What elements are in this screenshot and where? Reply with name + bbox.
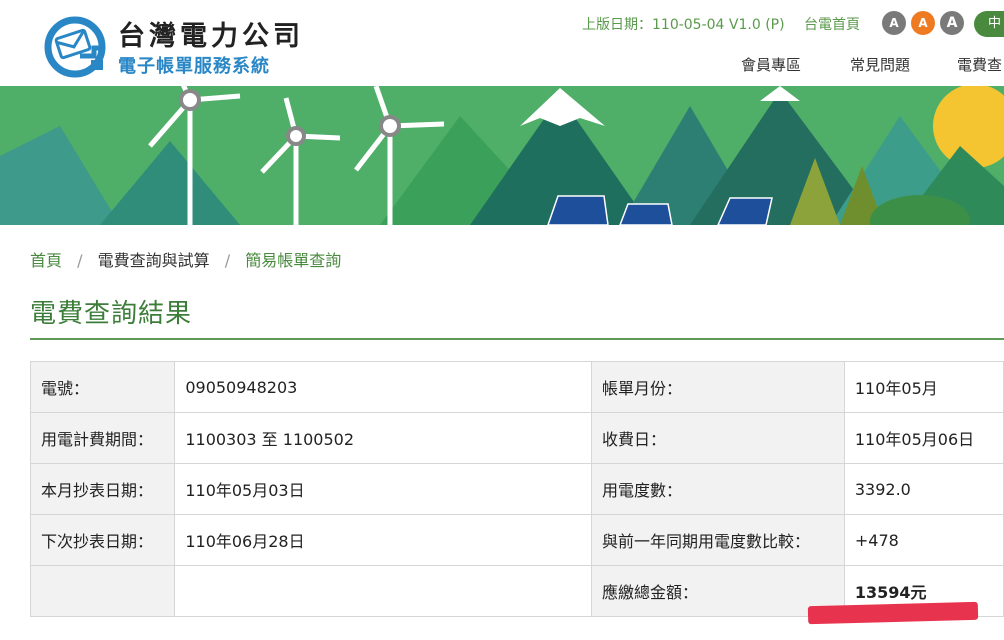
value-bill-month: 110年05月: [843, 361, 1004, 413]
envelope-plug-logo-icon: [44, 16, 106, 78]
font-size-large-button[interactable]: A: [940, 11, 964, 35]
label-current-meter-date: 本月抄表日期：: [29, 463, 176, 515]
table-row: 本月抄表日期： 110年05月03日 用電度數： 3392.0: [29, 463, 1004, 515]
value-kwh-usage: 3392.0: [843, 463, 1004, 515]
label-yoy-usage-comparison: 與前一年同期用電度數比較：: [590, 514, 845, 566]
label-kwh-usage: 用電度數：: [590, 463, 845, 515]
breadcrumb-bill-query-trial[interactable]: 電費查詢與試算: [98, 251, 210, 270]
empty-label-cell: [29, 565, 176, 617]
font-size-small-button[interactable]: A: [882, 11, 906, 35]
breadcrumb: 首頁 / 電費查詢與試算 / 簡易帳單查詢: [30, 247, 341, 271]
breadcrumb-simple-bill-query[interactable]: 簡易帳單查詢: [245, 251, 341, 270]
wind-solar-landscape-illustration: [0, 86, 1004, 225]
taipower-home-link[interactable]: 台電首頁: [804, 14, 860, 34]
label-bill-month: 帳單月份：: [590, 361, 845, 413]
label-next-meter-date: 下次抄表日期：: [29, 514, 176, 566]
language-button[interactable]: 中: [974, 11, 1004, 37]
table-row: 下次抄表日期： 110年06月28日 與前一年同期用電度數比較： +478: [29, 514, 1004, 566]
bill-result-table: 電號： 09050948203 帳單月份： 110年05月 用電計費期間： 11…: [29, 361, 1004, 617]
value-account-number: 09050948203: [174, 361, 592, 413]
logo-subtitle: 電子帳單服務系統: [118, 56, 270, 77]
value-charge-date: 110年05月06日: [843, 412, 1004, 464]
version-text: 上版日期：110-05-04 V1.0 (P): [582, 17, 785, 33]
value-current-meter-date: 110年05月03日: [174, 463, 592, 515]
value-next-meter-date: 110年06月28日: [174, 514, 592, 566]
label-total-amount-due: 應繳總金額：: [590, 565, 845, 617]
hero-banner: [0, 86, 1004, 225]
table-row: 用電計費期間： 1100303 至 1100502 收費日： 110年05月06…: [29, 412, 1004, 464]
nav-faq[interactable]: 常見問題: [850, 54, 910, 75]
breadcrumb-home[interactable]: 首頁: [30, 251, 62, 270]
font-size-medium-button[interactable]: A: [911, 11, 935, 35]
page-title: 電費查詢結果: [30, 299, 193, 329]
label-billing-period: 用電計費期間：: [29, 412, 176, 464]
label-charge-date: 收費日：: [590, 412, 845, 464]
logo-title: 台灣電力公司: [118, 21, 304, 52]
site-logo[interactable]: 台灣電力公司 電子帳單服務系統: [44, 12, 314, 78]
site-header: 台灣電力公司 電子帳單服務系統 上版日期：110-05-04 V1.0 (P) …: [0, 0, 1004, 86]
value-yoy-usage-comparison: +478: [843, 514, 1004, 566]
value-billing-period: 1100303 至 1100502: [174, 412, 592, 464]
empty-value-cell: [174, 565, 592, 617]
highlight-underline-mark: [807, 601, 979, 625]
nav-bill-query[interactable]: 電費查: [957, 54, 1002, 75]
label-account-number: 電號：: [29, 361, 176, 413]
table-row: 電號： 09050948203 帳單月份： 110年05月: [29, 361, 1004, 413]
breadcrumb-separator: /: [224, 251, 231, 270]
breadcrumb-separator: /: [77, 251, 83, 270]
nav-member-area[interactable]: 會員專區: [741, 54, 801, 75]
title-divider: [30, 338, 1004, 340]
